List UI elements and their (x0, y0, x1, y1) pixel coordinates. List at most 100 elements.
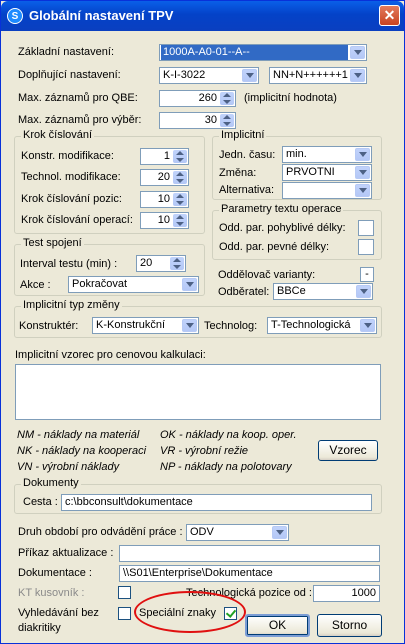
druh-select[interactable]: ODV (186, 524, 289, 541)
legend-vr: VR - výrobní režie (160, 445, 249, 457)
qbe-label: Max. záznamů pro QBE: (18, 92, 138, 104)
krok-spinner-1[interactable]: 1 (140, 148, 189, 165)
vzorec-label: Implicitní vzorec pro cenovou kalkulaci: (15, 349, 206, 361)
vzorec-textarea[interactable] (15, 364, 381, 420)
vzorec-button[interactable]: Vzorec (318, 440, 378, 461)
prikaz-label: Příkaz aktualizace : (18, 547, 114, 559)
odberatel-label: Odběratel: (218, 286, 270, 298)
spin-arrows-icon[interactable] (173, 150, 187, 163)
highlight-ellipse (134, 591, 246, 633)
zmena-value: PRVOTNI (286, 166, 335, 178)
chevron-down-icon[interactable] (242, 69, 257, 82)
vyber-value: 30 (204, 114, 217, 126)
qbe-spinner[interactable]: 260 (159, 90, 236, 107)
krok-spinner-3[interactable]: 10 (140, 191, 189, 208)
druh-value: ODV (190, 526, 214, 538)
technolog-value: T-Technologická (271, 319, 351, 331)
zakladni-select[interactable]: 1000A-A0-01--A-- (159, 44, 367, 61)
app-icon: S (7, 8, 23, 24)
typ-zmeny-title: Implicitní typ změny (21, 299, 122, 311)
krok-label-4: Krok číslování operací: (21, 214, 133, 226)
alternativa-select[interactable] (282, 182, 372, 199)
parametry-title: Parametry textu operace (219, 203, 344, 215)
krok-value-3: 10 (157, 193, 170, 205)
pevne-field[interactable] (358, 239, 374, 255)
kt-checkbox[interactable] (118, 586, 131, 599)
pohyblive-field[interactable] (358, 220, 374, 236)
vyhledavani-label-1: Vyhledávání bez (18, 607, 99, 619)
alternativa-label: Alternativa: (219, 184, 275, 196)
vyber-spinner[interactable]: 30 (159, 112, 236, 129)
legend-nk: NK - náklady na kooperaci (17, 445, 147, 457)
kt-label: KT kusovník : (18, 587, 85, 599)
cesta-label: Cesta : (23, 496, 58, 508)
qbe-value: 260 (198, 92, 217, 104)
krok-value-2: 20 (157, 171, 170, 183)
spin-arrows-icon[interactable] (170, 257, 184, 270)
chevron-down-icon[interactable] (182, 319, 197, 332)
doplnujici-select-2[interactable]: NN+N++++++1+ (269, 67, 367, 84)
technolog-label: Technolog: (204, 320, 258, 332)
chevron-down-icon[interactable] (350, 46, 365, 59)
dokumentace-input[interactable]: \\S01\Enterprise\Dokumentace (119, 565, 380, 582)
window-title: Globální nastavení TPV (29, 8, 174, 23)
chevron-down-icon[interactable] (182, 278, 197, 291)
spin-arrows-icon[interactable] (220, 114, 234, 127)
krok-spinner-4[interactable]: 10 (140, 212, 189, 229)
legend-nm: NM - náklady na materiál (17, 429, 140, 441)
zmena-select[interactable]: PRVOTNI (282, 164, 372, 181)
akce-label: Akce : (20, 279, 51, 291)
akce-select[interactable]: Pokračovat (68, 276, 199, 293)
krok-value-4: 10 (157, 214, 170, 226)
konstrukter-select[interactable]: K-Konstrukční (92, 317, 199, 334)
spin-arrows-icon[interactable] (173, 214, 187, 227)
cesta-input[interactable]: c:\bbconsult\dokumentace (61, 494, 372, 511)
krok-spinner-2[interactable]: 20 (140, 169, 189, 186)
doplnujici-select-1[interactable]: K-I-3022 (159, 67, 259, 84)
druh-label: Druh období pro odvádění práce : (18, 526, 183, 538)
jedn-label: Jedn. času: (219, 149, 276, 161)
oddelovac-field[interactable]: - (360, 267, 374, 282)
title-bar[interactable]: S Globální nastavení TPV ✕ (1, 1, 404, 31)
zmena-label: Změna: (219, 167, 257, 179)
krok-label-1: Konstr. modifikace: (21, 150, 114, 162)
krok-title: Krok číslování (21, 129, 95, 141)
zakladni-value: 1000A-A0-01--A-- (161, 45, 348, 60)
dialog-window: S Globální nastavení TPV ✕ Základní nast… (0, 0, 405, 644)
vyhledavani-label-2: diakritiky (18, 622, 61, 634)
chevron-down-icon[interactable] (355, 184, 370, 197)
prikaz-input[interactable] (119, 545, 380, 562)
storno-button[interactable]: Storno (317, 614, 382, 637)
test-title: Test spojení (21, 237, 84, 249)
interval-value: 20 (140, 257, 153, 269)
doplnujici-value-2: NN+N++++++1+ (273, 69, 348, 81)
jedn-select[interactable]: min. (282, 146, 372, 163)
close-button[interactable]: ✕ (379, 5, 400, 26)
interval-label: Interval testu (min) : (20, 258, 118, 270)
chevron-down-icon[interactable] (350, 69, 365, 82)
spin-arrows-icon[interactable] (220, 92, 234, 105)
ok-button[interactable]: OK (245, 614, 310, 637)
oddelovac-label: Oddělovač varianty: (218, 269, 316, 281)
odberatel-select[interactable]: BBCe (273, 283, 373, 300)
chevron-down-icon[interactable] (355, 148, 370, 161)
qbe-note: (implicitní hodnota) (244, 92, 337, 104)
pozice-input[interactable]: 1000 (313, 585, 380, 602)
pevne-label: Odd. par. pevné délky: (219, 241, 330, 253)
vyhledavani-checkbox[interactable] (118, 607, 131, 620)
chevron-down-icon[interactable] (272, 526, 287, 539)
spin-arrows-icon[interactable] (173, 171, 187, 184)
chevron-down-icon[interactable] (356, 285, 371, 298)
akce-value: Pokračovat (72, 278, 128, 290)
pohyblive-label: Odd. par. pohyblivé délky: (219, 222, 346, 234)
vyber-label: Max. záznamů pro výběr: (18, 114, 142, 126)
doplnujici-value-1: K-I-3022 (163, 69, 206, 81)
dokumenty-title: Dokumenty (21, 477, 81, 489)
chevron-down-icon[interactable] (360, 319, 375, 332)
interval-spinner[interactable]: 20 (136, 255, 186, 272)
spin-arrows-icon[interactable] (173, 193, 187, 206)
chevron-down-icon[interactable] (355, 166, 370, 179)
technolog-select[interactable]: T-Technologická (267, 317, 377, 334)
odberatel-value: BBCe (277, 285, 306, 297)
legend-ok: OK - náklady na koop. oper. (160, 429, 297, 441)
